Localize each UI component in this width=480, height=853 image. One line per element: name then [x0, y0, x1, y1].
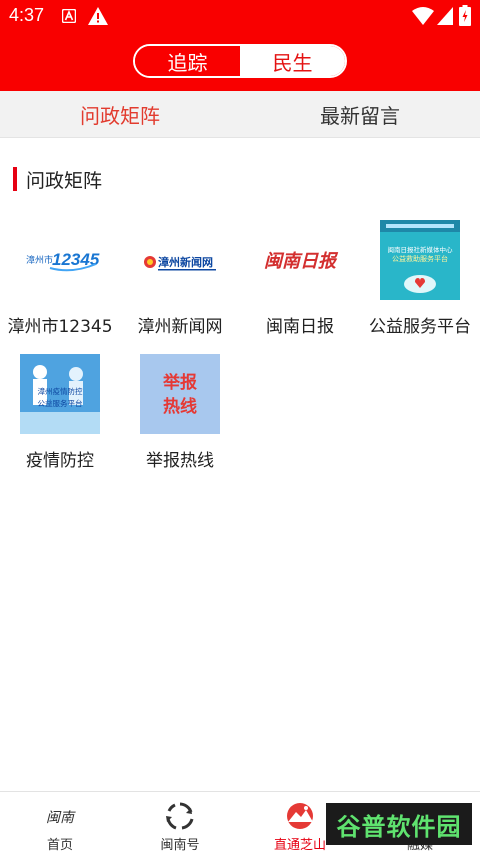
matrix-item-minnan-daily[interactable]: 闽南日报 闽南日报: [240, 216, 360, 346]
watermark-badge: 谷普软件园: [326, 803, 472, 845]
matrix-item-label: 举报热线: [146, 451, 214, 471]
matrix-item-label: 漳州新闻网: [137, 317, 223, 337]
matrix-item-zhangzhou-12345[interactable]: 漳州市 12345 漳州市12345: [0, 216, 120, 346]
minnan-logo-icon: 闽南: [46, 810, 76, 826]
svg-text:公益救助服务平台: 公益救助服务平台: [392, 254, 448, 263]
section-title: 问政矩阵: [26, 169, 103, 192]
category-switch: 追踪 民生: [133, 44, 347, 78]
svg-text:漳州疫情防控: 漳州疫情防控: [38, 386, 83, 396]
matrix-item-label: 漳州市12345: [7, 317, 113, 337]
matrix-item-label: 疫情防控: [26, 451, 94, 471]
nav-minnan-hao[interactable]: 闽南号: [120, 792, 240, 853]
zhangzhou-news-logo: 漳州新闻网: [140, 220, 220, 300]
matrix-item-epidemic[interactable]: 漳州疫情防控 公益服务平台 疫情防控: [0, 352, 120, 482]
svg-text:举报: 举报: [162, 372, 197, 393]
battery-charging-icon: [459, 5, 471, 26]
svg-text:闽南日报: 闽南日报: [264, 251, 339, 272]
segment-zhuizong[interactable]: 追踪: [135, 46, 240, 76]
matrix-item-label: 闽南日报: [266, 317, 334, 337]
svg-text:热线: 热线: [163, 396, 197, 417]
matrix-item-zhangzhou-news[interactable]: 漳州新闻网 漳州新闻网: [120, 216, 240, 346]
svg-text:漳州新闻网: 漳州新闻网: [158, 255, 213, 269]
app-screen: 4:37 追踪 民生 问政矩阵 最新留言 问政矩阵 漳州市 12345 漳州市1…: [0, 0, 480, 853]
zhangzhou-12345-logo: 漳州市 12345: [20, 220, 100, 300]
section-accent-bar: [13, 167, 17, 191]
svg-text:闽南: 闽南: [46, 810, 76, 826]
svg-text:漳州市: 漳州市: [26, 254, 53, 266]
segment-minsheng[interactable]: 民生: [240, 46, 345, 76]
status-time: 4:37: [9, 5, 45, 25]
wifi-icon: [412, 7, 434, 25]
top-header: 4:37 追踪 民生: [0, 0, 480, 91]
report-hotline-image: 举报 热线: [140, 354, 220, 434]
nav-minnan-hao-label: 闽南号: [160, 838, 200, 853]
minnan-daily-logo: 闽南日报: [260, 220, 340, 300]
matrix-item-label: 公益服务平台: [369, 317, 471, 337]
status-bar: 4:37: [0, 0, 480, 32]
epidemic-prevention-image: 漳州疫情防控 公益服务平台: [20, 354, 100, 434]
warning-icon: [88, 7, 108, 25]
tab-latest-messages[interactable]: 最新留言: [240, 91, 480, 137]
signal-icon: [437, 7, 453, 25]
mountain-icon: [287, 803, 313, 829]
sub-tabs: 问政矩阵 最新留言: [0, 91, 480, 138]
notification-a-icon: [62, 9, 76, 23]
tab-wenzheng-matrix[interactable]: 问政矩阵: [0, 91, 240, 137]
nav-home[interactable]: 闽南 首页: [0, 792, 120, 853]
cycle-icon: [166, 802, 194, 830]
svg-text:闽南日报社新媒体中心: 闽南日报社新媒体中心: [388, 245, 454, 254]
nav-home-label: 首页: [46, 838, 73, 853]
section-header: 问政矩阵: [13, 166, 102, 192]
matrix-item-report-hotline[interactable]: 举报 热线 举报热线: [120, 352, 240, 482]
public-welfare-platform-image: 闽南日报社新媒体中心 公益救助服务平台: [380, 220, 460, 300]
svg-text:公益服务平台: 公益服务平台: [38, 398, 83, 408]
matrix-item-public-welfare[interactable]: 闽南日报社新媒体中心 公益救助服务平台 公益服务平台: [360, 216, 480, 346]
